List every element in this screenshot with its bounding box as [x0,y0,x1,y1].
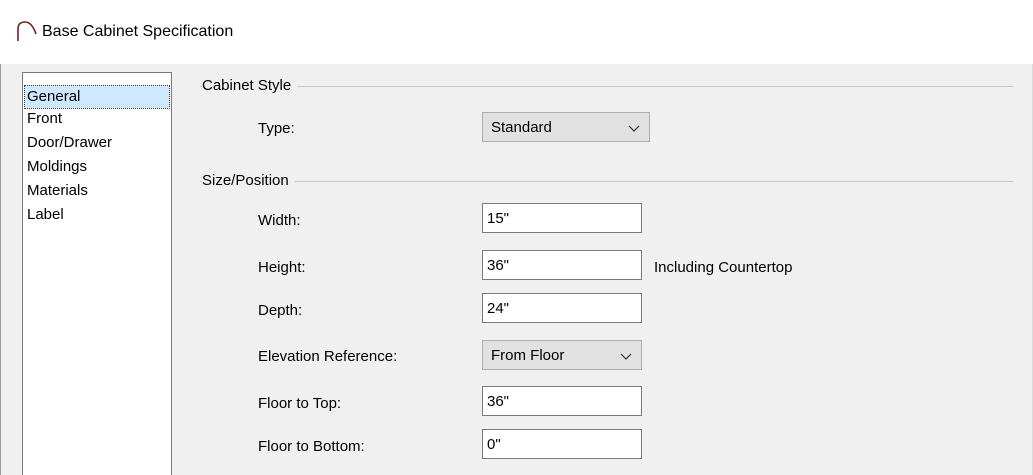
width-label: Width: [258,212,301,229]
sidebar-item-front[interactable]: Front [25,108,169,130]
sidebar-item-general[interactable]: General [24,85,170,109]
dialog-body: General Front Door/Drawer Moldings Mater… [0,64,1033,475]
elevation-reference-select[interactable]: From Floor [482,340,642,370]
type-select[interactable]: Standard [482,112,650,142]
height-label: Height: [258,259,306,276]
chevron-down-icon [628,125,640,132]
sidebar-item-materials[interactable]: Materials [25,180,169,202]
cabinet-style-heading: Cabinet Style [202,77,298,94]
title-bar: Base Cabinet Specification [0,0,1033,64]
size-position-divider [200,181,1013,182]
depth-label: Depth: [258,302,303,319]
category-list[interactable]: General Front Door/Drawer Moldings Mater… [22,72,172,475]
depth-field[interactable] [482,293,642,323]
window-title: Base Cabinet Specification [42,23,234,40]
height-note: Including Countertop [654,259,793,276]
size-position-heading: Size/Position [202,172,295,189]
type-label: Type: [258,120,295,137]
left-edge [0,64,1,475]
elevation-reference-label: Elevation Reference: [258,348,398,365]
height-field[interactable] [482,250,642,280]
floor-to-bottom-label: Floor to Bottom: [258,438,365,455]
floor-to-bottom-field[interactable] [482,429,642,459]
sidebar-item-door-drawer[interactable]: Door/Drawer [25,132,169,154]
cabinet-style-divider [200,86,1013,87]
type-select-value: Standard [491,119,552,136]
width-field[interactable] [482,203,642,233]
sidebar-item-label[interactable]: Label [25,204,169,226]
arch-icon [17,21,37,41]
floor-to-top-label: Floor to Top: [258,395,342,412]
chevron-down-icon [620,353,632,360]
floor-to-top-field[interactable] [482,386,642,416]
sidebar-item-moldings[interactable]: Moldings [25,156,169,178]
elevation-reference-value: From Floor [491,347,565,364]
